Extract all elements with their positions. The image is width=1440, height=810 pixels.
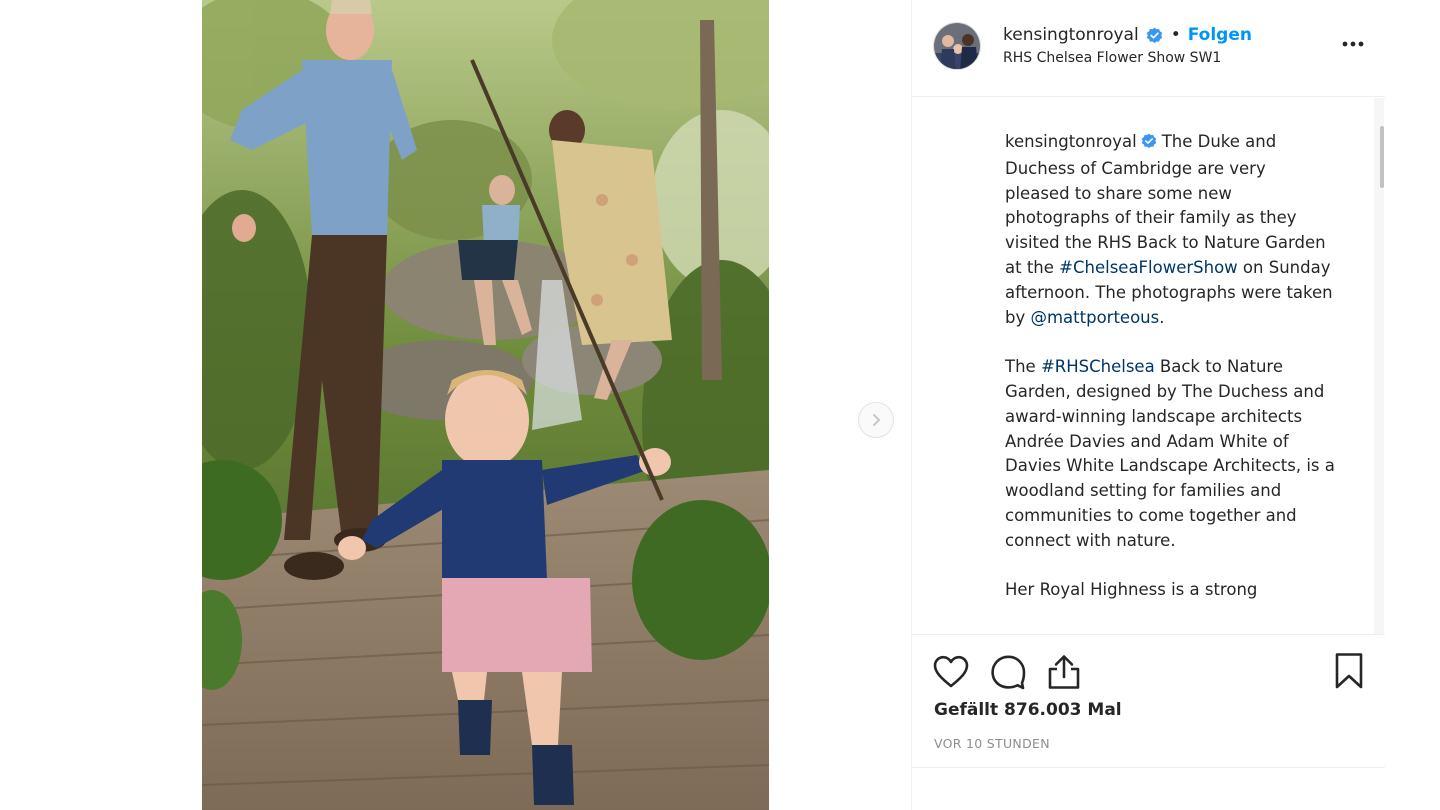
header-username-link[interactable]: kensingtonroyal [1003, 25, 1139, 45]
more-options-button[interactable] [1338, 32, 1368, 56]
share-icon [1048, 655, 1080, 689]
post-actions: Gefällt 876.003 Mal VOR 10 STUNDEN [912, 634, 1385, 768]
more-icon [1342, 41, 1364, 47]
post-side-panel: kensingtonroyal • Folgen RHS Chelsea Flo… [911, 0, 1385, 810]
verified-badge-icon [1146, 27, 1163, 44]
heart-icon [933, 655, 969, 688]
hashtag-link[interactable]: #RHSChelsea [1041, 357, 1155, 376]
caption-text: The [1005, 357, 1041, 377]
caption-text: Back to Nature Garden, designed by The D… [1005, 357, 1335, 550]
separator-dot: • [1170, 25, 1181, 45]
post-timestamp[interactable]: VOR 10 STUNDEN [934, 736, 1050, 751]
chevron-right-icon [873, 414, 880, 426]
save-button[interactable] [1330, 652, 1368, 690]
caption-scroll-area[interactable]: kensingtonroyal The Duke and Duchess of C… [912, 98, 1385, 634]
caption-paragraph-2: The #RHSChelsea Back to Nature Garden, d… [1005, 355, 1335, 553]
caption-paragraph-3: Her Royal Highness is a strong [1005, 580, 1258, 600]
avatar[interactable] [933, 22, 981, 70]
post-header: kensingtonroyal • Folgen RHS Chelsea Flo… [912, 0, 1385, 97]
post-caption: kensingtonroyal The Duke and Duchess of C… [1005, 130, 1335, 628]
caption-scrollbar-thumb[interactable] [1380, 126, 1384, 188]
follow-button[interactable]: Folgen [1188, 25, 1252, 45]
caption-text: The Duke and Duchess of Cambridge are ve… [1005, 132, 1326, 277]
next-photo-button[interactable] [858, 402, 894, 438]
verified-badge-icon [1141, 132, 1157, 157]
bookmark-icon [1335, 653, 1363, 689]
like-button[interactable] [932, 653, 970, 691]
caption-paragraph-1: kensingtonroyal The Duke and Duchess of C… [1005, 130, 1335, 330]
location-link[interactable]: RHS Chelsea Flower Show SW1 [1003, 50, 1221, 66]
caption-username-link[interactable]: kensingtonroyal [1005, 132, 1137, 151]
avatar-photo [934, 23, 980, 69]
mention-link[interactable]: @mattporteous [1030, 308, 1159, 327]
post-photo[interactable] [202, 0, 769, 810]
comment-button[interactable] [989, 653, 1027, 691]
share-button[interactable] [1045, 653, 1083, 691]
comment-icon [991, 655, 1026, 690]
likes-count[interactable]: Gefällt 876.003 Mal [934, 700, 1122, 720]
caption-text: . [1159, 307, 1165, 327]
hashtag-link[interactable]: #ChelseaFlowerShow [1059, 258, 1238, 277]
photo-illustration [202, 0, 769, 810]
